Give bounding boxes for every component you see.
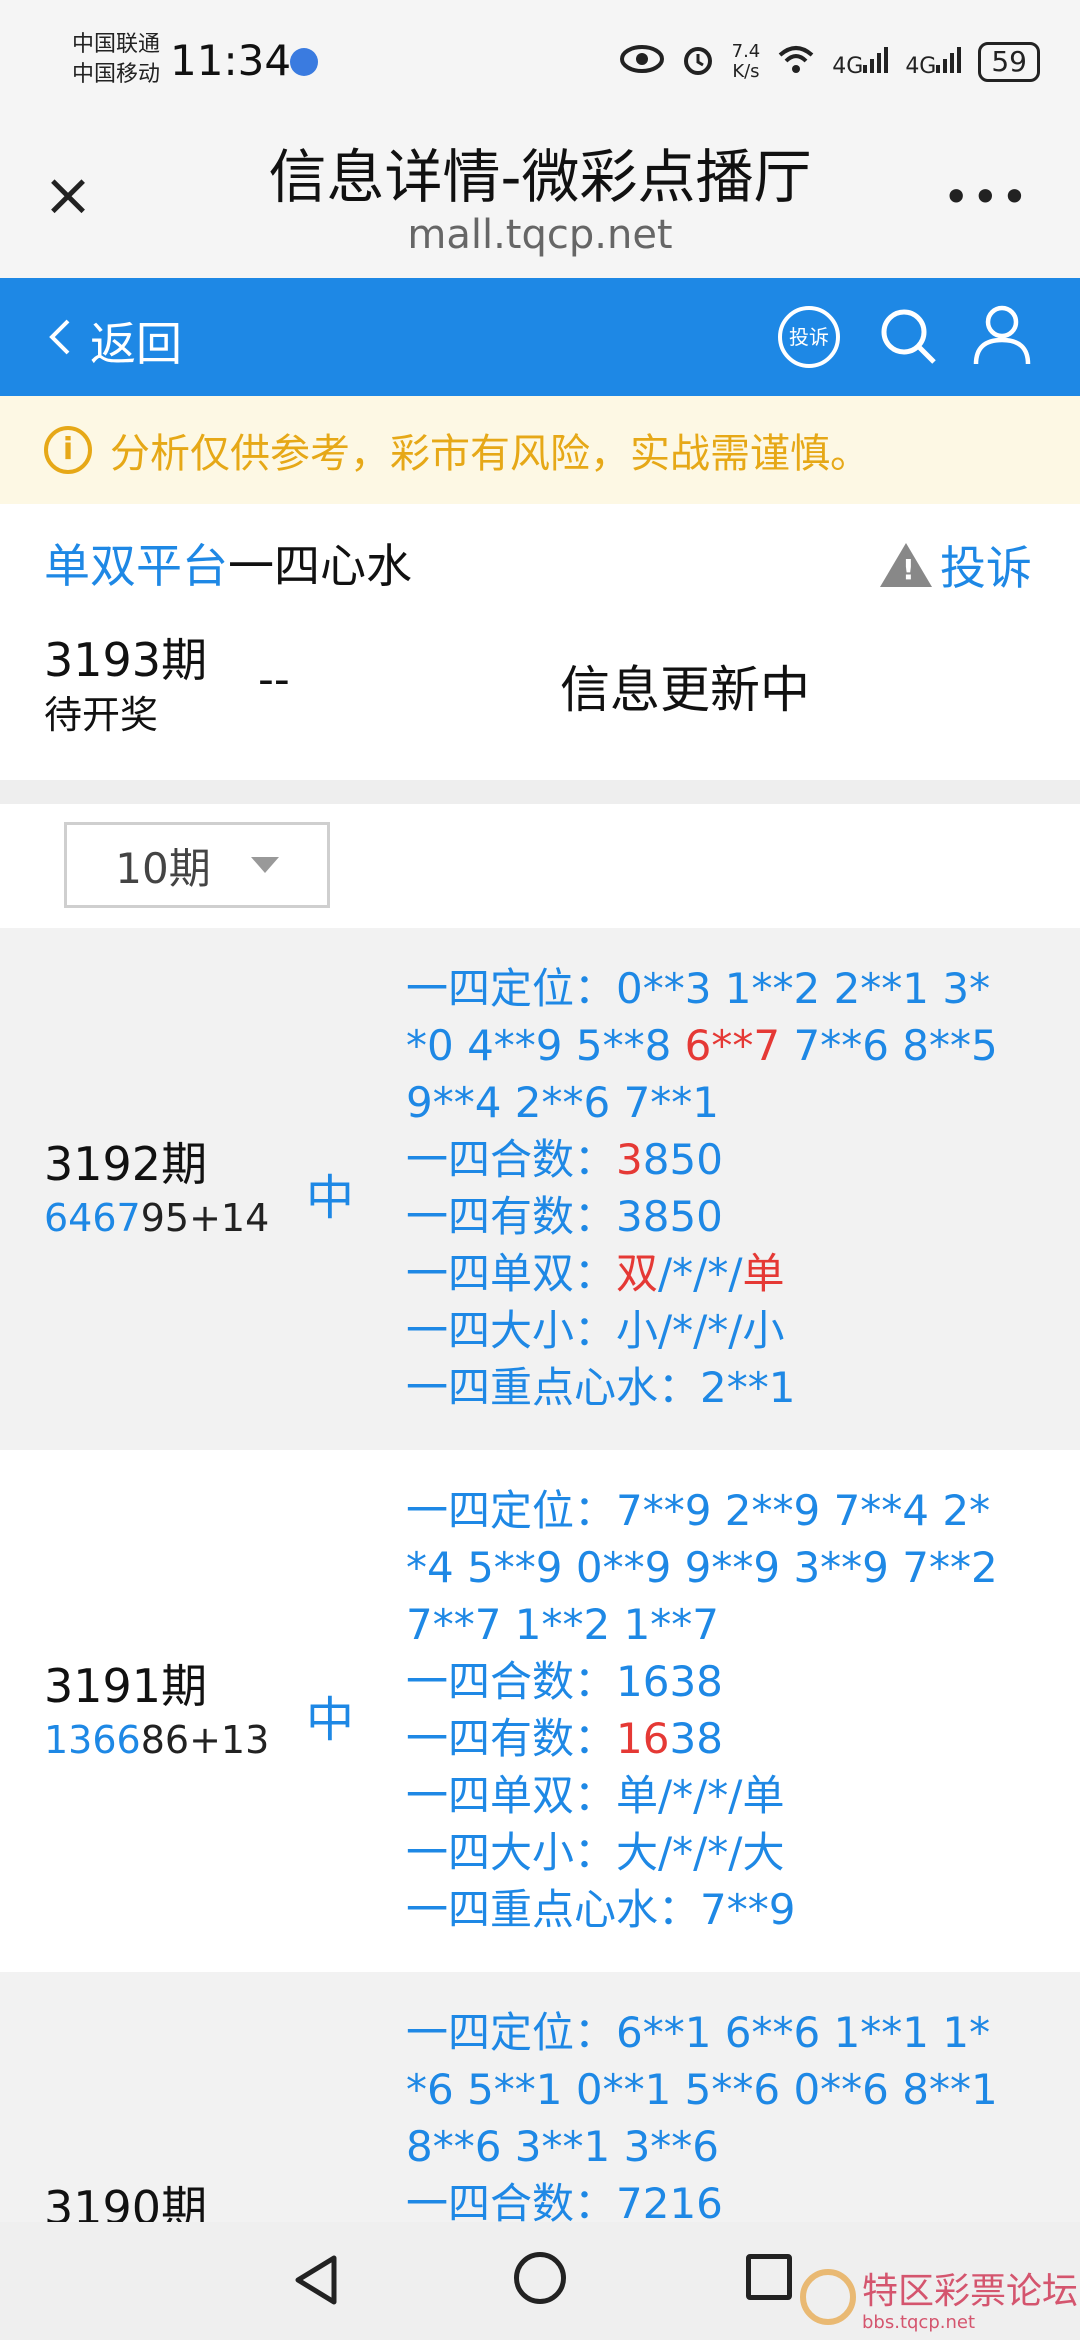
row-draw-result: 646795+14 (44, 1196, 270, 1240)
eye-icon (619, 44, 664, 80)
history-row: 3192期 646795+14 中 一四定位：0**3 1**2 2**1 3*… (0, 928, 1080, 1450)
row-predictions: 一四定位：7**9 2**9 7**4 2* *4 5**9 0**9 9**9… (406, 1486, 998, 1934)
row-hit-mark: 中 (306, 1692, 355, 1748)
more-menu-icon[interactable]: ••• (943, 170, 1030, 224)
platform-row: 单双平台一四心水 (44, 530, 412, 596)
forum-watermark: 特区彩票论坛 bbs.tqcp.net (800, 2262, 1078, 2332)
page-title: 信息详情-微彩点播厅 (268, 143, 812, 211)
current-status: 待开奖 (44, 693, 159, 737)
complain-button[interactable]: ! 投诉 (880, 532, 1032, 598)
update-status: 信息更新中 (560, 661, 810, 719)
risk-notice: i 分析仅供参考，彩市有风险，实战需谨慎。 (0, 396, 1080, 504)
history-row: 3190期 一四定位：6**1 6**6 1**1 1* *6 5**1 0**… (0, 1972, 1080, 2222)
watermark-text: 特区彩票论坛 (862, 2271, 1079, 2312)
chevron-left-icon (48, 314, 72, 368)
row-hit-mark: 中 (306, 1170, 355, 1226)
warning-icon: ! (880, 543, 932, 587)
notification-badge-icon (290, 48, 318, 76)
back-button[interactable]: 返回 (48, 308, 182, 374)
browser-title-bar: × 信息详情-微彩点播厅 mall.tqcp.net ••• (0, 120, 1080, 278)
top-nav: 返回 投诉 (0, 278, 1080, 396)
search-icon[interactable] (876, 304, 940, 368)
carrier-names: 中国联通 中国移动 (72, 30, 160, 90)
nav-home-icon[interactable] (514, 2252, 566, 2304)
current-period: 3193期 (44, 633, 208, 687)
info-icon: i (44, 426, 92, 474)
row-period: 3191期 (44, 1659, 208, 1713)
status-icons: 7.4 K/s 4G 4G 59 (619, 38, 1040, 86)
wifi-icon (776, 43, 816, 81)
network-speed: 7.4 K/s (731, 41, 761, 82)
page-url: mall.tqcp.net (407, 212, 673, 258)
signal-2-icon: 4G (905, 45, 962, 79)
signal-1-icon: 4G (832, 45, 889, 79)
row-predictions: 一四定位：6**1 6**6 1**1 1* *6 5**1 0**1 5**6… (406, 2008, 998, 2222)
carrier-1: 中国联通 (72, 32, 161, 57)
report-button[interactable]: 投诉 (778, 306, 840, 368)
section-divider (0, 780, 1080, 804)
row-draw-result: 136686+13 (44, 1718, 270, 1762)
current-result: -- (258, 654, 290, 705)
system-nav-bar: 特区彩票论坛 bbs.tqcp.net (0, 2222, 1080, 2340)
period-count-value: 10期 (115, 843, 211, 893)
nav-back-icon[interactable] (292, 2254, 340, 2310)
status-bar: 中国联通 中国移动 11:34 7.4 K/s 4G 4G 59 (0, 0, 1080, 120)
user-icon[interactable] (970, 302, 1034, 368)
history-row: 3191期 136686+13 中 一四定位：7**9 2**9 7**4 2*… (0, 1450, 1080, 1972)
notice-text: 分析仅供参考，彩市有风险，实战需谨慎。 (110, 431, 870, 477)
battery-icon: 59 (978, 42, 1040, 82)
row-period: 3192期 (44, 1137, 208, 1191)
period-count-select[interactable]: 10期 (64, 822, 330, 908)
clock: 11:34 (170, 36, 292, 85)
row-period: 3190期 (44, 2181, 208, 2222)
alarm-icon (680, 41, 716, 83)
platform-link[interactable]: 单双平台 (44, 539, 228, 593)
carrier-2: 中国移动 (72, 62, 161, 87)
nav-recent-apps-icon[interactable] (746, 2254, 792, 2300)
complain-label: 投诉 (940, 541, 1032, 595)
row-predictions: 一四定位：0**3 1**2 2**1 3* *0 4**9 5**8 6**7… (406, 964, 998, 1412)
back-label: 返回 (90, 317, 182, 371)
topic-title: 一四心水 (228, 539, 412, 593)
forum-logo-icon (800, 2269, 856, 2325)
chevron-down-icon (250, 857, 279, 873)
watermark-url: bbs.tqcp.net (862, 2312, 976, 2333)
